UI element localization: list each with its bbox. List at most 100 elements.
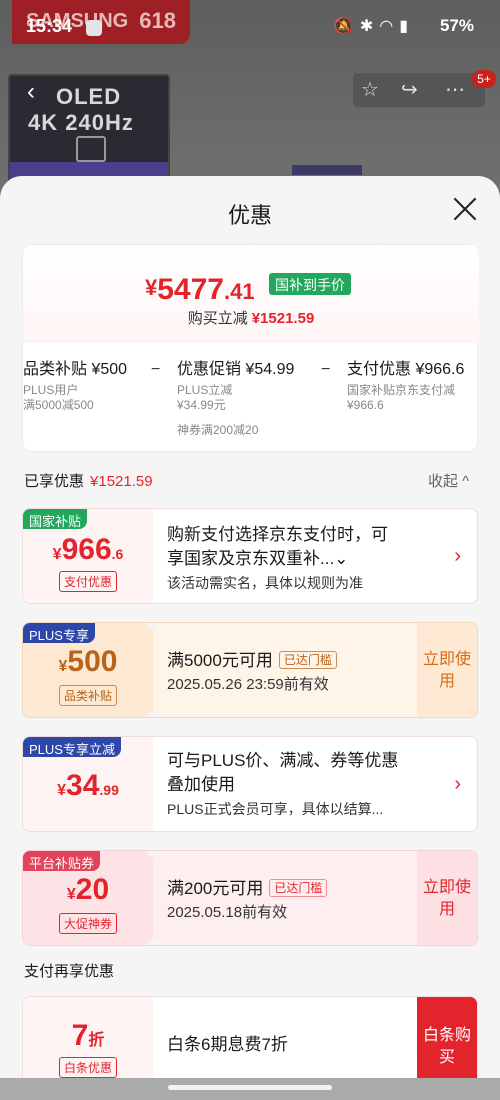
coupon-notch (147, 939, 159, 945)
coupon-body: 可与PLUS价、满减、券等优惠 叠加使用 PLUS正式会员可享，具体以结算... (167, 749, 398, 821)
subsidy-price-tag: 国补到手价 (269, 273, 351, 295)
coupon-line: 满5000元可用 (167, 651, 273, 670)
battery-level: 57% (439, 16, 474, 35)
column-line: ¥966.6 (347, 398, 384, 412)
notification-badge: 5+ (472, 70, 496, 88)
coupon-tag: PLUS专享立减 (23, 737, 121, 757)
coupon-sub: 白条优惠 (23, 1057, 153, 1078)
coupon-amount: ¥34.99 (23, 769, 153, 803)
coupon-card-platform[interactable]: 平台补贴券 ¥20 大促神券 满200元可用 已达门槛 2025.05.18前有效… (22, 850, 478, 946)
price-summary: ¥5477.41 国补到手价 购买立减 ¥1521.59 品类补贴 ¥500 PL… (22, 244, 479, 452)
coupon-sub-label: 白条优惠 (58, 1057, 117, 1078)
amount-integer: 34 (66, 769, 100, 802)
app-notification-icon (86, 20, 102, 36)
discount-sheet: 优惠 ¥5477.41 国补到手价 购买立减 ¥1521.59 品类补贴 ¥500… (0, 176, 500, 1100)
coupon-note: 该活动需实名，具体以规则为准 (167, 575, 363, 591)
enjoyed-value: ¥1521.59 (90, 473, 153, 490)
coupon-card-national-subsidy[interactable]: 国家补贴 ¥966.6 支付优惠 购新支付选择京东支付时，可 享国家及京东双重补… (22, 508, 478, 604)
enjoyed-discount: 已享优惠 ¥1521.59 (24, 470, 153, 491)
coupon-notch (147, 711, 159, 717)
coupon-card-plus[interactable]: PLUS专享 ¥500 品类补贴 满5000元可用 已达门槛 2025.05.26… (22, 622, 478, 718)
coupon-note: 2025.05.26 23:59前有效 (167, 676, 329, 693)
final-price: ¥5477.41 (145, 273, 255, 307)
currency-symbol: ¥ (52, 546, 62, 563)
collapse-button[interactable]: 收起 ^ (428, 470, 469, 491)
chevron-right-icon[interactable]: › (454, 545, 461, 568)
payment-discount-column: 支付优惠 ¥966.6 国家补贴京东支付减 ¥966.6 (347, 355, 464, 413)
price-integer: 5477 (157, 273, 224, 306)
price-decimal: .41 (224, 279, 255, 304)
coupon-amount: ¥20 (23, 873, 153, 907)
amount-integer: 20 (75, 873, 110, 906)
enjoyed-label: 已享优惠 (24, 473, 85, 490)
category-subsidy-column: 品类补贴 ¥500 PLUS用户 满5000减500 (23, 355, 127, 413)
breakdown-columns: 品类补贴 ¥500 PLUS用户 满5000减500 − 优惠促销 ¥54.99… (23, 355, 479, 449)
coupon-line: 购新支付选择京东支付时，可 (167, 525, 388, 544)
amount-decimal: .6 (111, 546, 124, 562)
coupon-notch (147, 851, 159, 857)
status-bar: 15:34 🔕✱◠▮ 57% (0, 10, 500, 44)
coupon-sub-label: 品类补贴 (58, 685, 117, 706)
use-now-button[interactable]: 立即使用 (417, 623, 477, 717)
chip-icon (76, 136, 106, 162)
column-head: 支付优惠 ¥966.6 (347, 361, 465, 378)
gesture-bar (0, 1078, 500, 1100)
discount-value: 7 (71, 1019, 89, 1052)
oled-text: OLED (56, 84, 122, 109)
currency-symbol: ¥ (145, 275, 158, 300)
currency-symbol: ¥ (66, 886, 76, 903)
favorite-icon[interactable]: ☆ (361, 77, 379, 102)
amount-decimal: .99 (99, 782, 119, 798)
coupon-card-plus-reduction[interactable]: PLUS专享立减 ¥34.99 可与PLUS价、满减、券等优惠 叠加使用 PLU… (22, 736, 478, 832)
pay-again-heading: 支付再享优惠 (24, 963, 115, 980)
column-line: 满5000减500 (23, 398, 94, 412)
toolbar: ☆ ↪ ⋯ (352, 72, 486, 108)
tv-thumbnail (292, 165, 362, 175)
coupon-note: PLUS正式会员可享，具体以结算... (167, 801, 384, 817)
chevron-right-icon[interactable]: › (454, 773, 461, 796)
use-now-button[interactable]: 立即使用 (417, 851, 477, 945)
coupon-amount: ¥500 (23, 645, 153, 679)
baitiao-discount: 7折 (23, 1019, 153, 1053)
column-line: PLUS立减 (177, 383, 233, 397)
column-line: 国家补贴京东支付减 (347, 383, 456, 397)
coupon-body: 购新支付选择京东支付时，可 享国家及京东双重补...⌄ 该活动需实名，具体以规则… (167, 523, 388, 595)
amount-integer: 966 (61, 533, 112, 566)
status-icons: 🔕✱◠▮ (333, 18, 414, 35)
coupon-body: 满200元可用 已达门槛 2025.05.18前有效 (167, 877, 328, 925)
coupon-notch (147, 623, 159, 629)
promotion-column: 优惠促销 ¥54.99 PLUS立减 ¥34.99元 神券满200减20 (177, 355, 294, 438)
coupon-line: 享国家及京东双重补...⌄ (167, 549, 349, 568)
summary-header: ¥5477.41 国补到手价 购买立减 ¥1521.59 (23, 245, 479, 343)
reduction-value: ¥1521.59 (251, 310, 315, 327)
coupon-sub-label: 支付优惠 (58, 571, 117, 592)
currency-symbol: ¥ (57, 782, 67, 799)
home-indicator[interactable] (168, 1085, 332, 1090)
coupon-sub: 大促神券 (23, 913, 153, 934)
total-reduction: 购买立减 ¥1521.59 (23, 307, 479, 328)
coupon-amount: ¥966.6 (23, 533, 153, 567)
close-icon[interactable] (452, 196, 478, 222)
more-icon[interactable]: ⋯ (445, 77, 465, 102)
minus-sign: − (321, 361, 331, 378)
threshold-badge: 已达门槛 (278, 651, 337, 669)
column-line: 神券满200减20 (177, 423, 259, 437)
back-icon[interactable]: ‹ (14, 76, 48, 110)
coupon-line: 叠加使用 (167, 775, 235, 794)
reduction-label: 购买立减 (187, 310, 248, 327)
coupon-tag: PLUS专享 (23, 623, 95, 643)
coupon-tag: 平台补贴券 (23, 851, 101, 871)
column-line: PLUS用户 (23, 383, 79, 397)
coupon-line: 可与PLUS价、满减、券等优惠 (167, 751, 399, 770)
coupon-line: 满200元可用 (167, 879, 264, 898)
minus-sign: − (151, 361, 161, 378)
column-line: ¥34.99元 (177, 398, 226, 412)
sheet-title: 优惠 (227, 203, 272, 228)
coupon-sub-label: 大促神券 (58, 913, 117, 934)
resolution-text: 4K 240Hz (28, 110, 134, 135)
column-head: 优惠促销 ¥54.99 (177, 361, 295, 378)
share-icon[interactable]: ↪ (401, 77, 418, 102)
coupon-note: 2025.05.18前有效 (167, 904, 288, 921)
threshold-badge: 已达门槛 (269, 879, 328, 897)
discount-unit: 折 (88, 1032, 105, 1049)
